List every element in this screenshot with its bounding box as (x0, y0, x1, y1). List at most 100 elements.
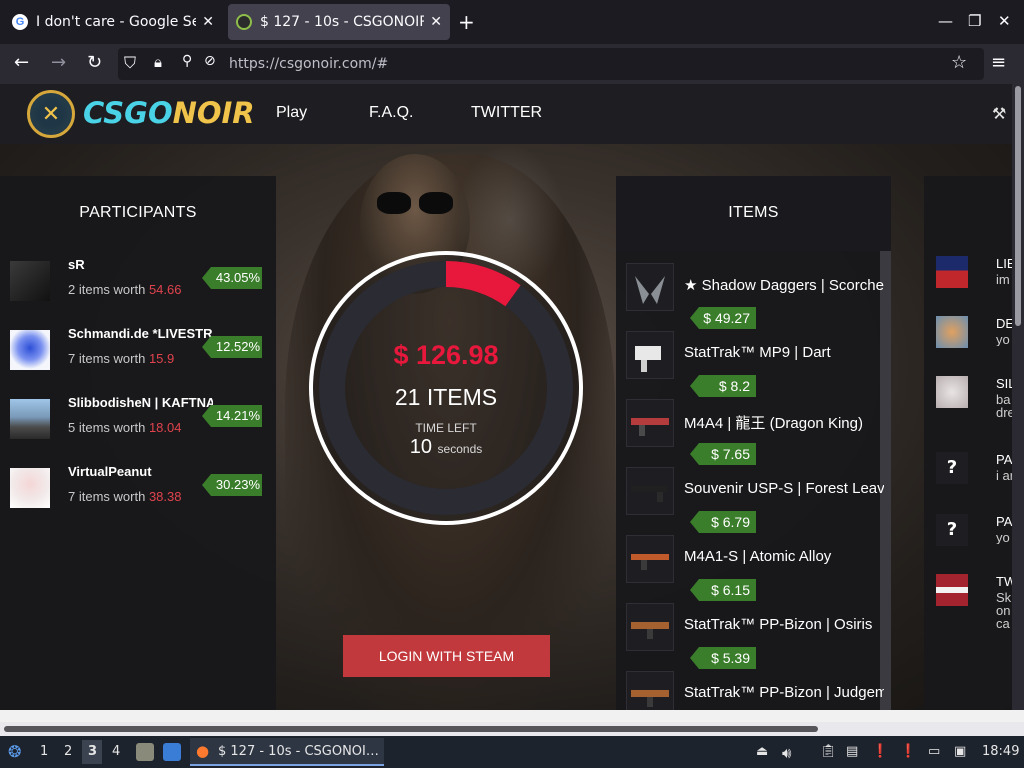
menu-icon[interactable]: ≡ (991, 52, 1006, 73)
item-name: StatTrak™ PP-Bizon | Judgement (684, 684, 884, 701)
forward-icon[interactable]: → (51, 52, 66, 73)
chat-message: TW Sk on ca (924, 574, 1012, 634)
items-panel: ITEMS ★ Shadow Daggers | Scorched $ 49.2… (616, 176, 891, 710)
item-name: StatTrak™ PP-Bizon | Osiris (684, 616, 873, 633)
maximize-icon[interactable]: ❐ (968, 12, 981, 30)
google-favicon-icon: G (12, 14, 28, 30)
shield-icon[interactable]: ⛉ (124, 53, 136, 73)
item-thumbnail (626, 331, 674, 379)
item-thumbnail (626, 467, 674, 515)
permissions-icon[interactable]: ⚲ (182, 53, 192, 69)
file-manager-icon[interactable] (136, 743, 154, 761)
item-name: M4A4 | 龍王 (Dragon King) (684, 415, 863, 432)
clock: 18:49 (982, 744, 1020, 759)
tab-title: $ 127 - 10s - CSGONOIR (260, 14, 425, 30)
workspace-1[interactable]: 1 (40, 744, 48, 759)
time-left-label: TIME LEFT (415, 421, 477, 435)
chat-username[interactable]: SIL (996, 376, 1012, 391)
items-title: ITEMS (616, 176, 891, 251)
csgonoir-page: ✕ CSGONOIR Play F.A.Q. TWITTER ⚒ PARTICI… (0, 84, 1012, 710)
url-bar[interactable]: ⛉ 🔒︎ ⚲ ⊘ https://csgonoir.com/# (118, 48, 984, 80)
chat-text: yo (996, 531, 1010, 544)
chat-panel: LIE im DE yo SIL ba dre ? PA i ar ? PA y… (924, 176, 1012, 710)
display-icon[interactable]: ▭ (928, 744, 940, 759)
url-text[interactable]: https://csgonoir.com/# (229, 56, 388, 72)
time-left-value: 10 seconds (330, 436, 562, 459)
seconds-value: 10 (409, 436, 432, 458)
browser-nav-bar: ← → ↻ ⛉ 🔒︎ ⚲ ⊘ https://csgonoir.com/# ☆ … (0, 44, 1024, 84)
chat-username[interactable]: PA (996, 514, 1012, 529)
workspace-3[interactable]: 3 (88, 744, 97, 759)
close-window-icon[interactable]: ✕ (998, 12, 1011, 30)
alert-icon[interactable]: ❗ (900, 744, 916, 759)
lock-icon[interactable]: 🔒︎ (154, 53, 162, 71)
unknown-avatar-icon: ? (936, 514, 968, 546)
avatar (936, 376, 968, 408)
chat-message: LIE im (924, 256, 1012, 316)
chat-text: im (996, 273, 1010, 286)
back-icon[interactable]: ← (14, 52, 29, 73)
firefox-icon: ● (196, 742, 210, 760)
tab-google-search[interactable]: G I don't care - Google Sea ✕ (4, 4, 222, 40)
volume-icon[interactable]: 🔊︎ (782, 744, 791, 762)
login-with-steam-button[interactable]: LOGIN WITH STEAM (343, 635, 550, 677)
item-thumbnail (626, 535, 674, 583)
tab-csgonoir[interactable]: $ 127 - 10s - CSGONOIR ✕ (228, 4, 450, 40)
upload-icon[interactable]: ⏏ (756, 744, 768, 759)
screen-icon[interactable]: ▣ (954, 744, 966, 759)
close-tab-icon[interactable]: ✕ (430, 14, 442, 30)
scrollbar-thumb[interactable] (1015, 86, 1021, 326)
item-price: $ 7.65 (690, 443, 756, 465)
chat-username[interactable]: LIE (996, 256, 1012, 271)
item-name: M4A1-S | Atomic Alloy (684, 548, 832, 565)
chat-username[interactable]: DE (996, 316, 1012, 331)
page-vertical-scrollbar[interactable] (1012, 84, 1024, 710)
workspace-2[interactable]: 2 (64, 744, 72, 759)
chat-message: DE yo (924, 316, 1012, 376)
chat-username[interactable]: PA (996, 452, 1012, 467)
avatar (936, 574, 968, 606)
chat-username[interactable]: TW (996, 574, 1012, 589)
item-price: $ 49.27 (690, 307, 756, 329)
item-name: StatTrak™ MP9 | Dart (684, 344, 831, 361)
page-bottom-strip (0, 710, 1024, 722)
item-thumbnail (626, 603, 674, 651)
seconds-label: seconds (437, 442, 483, 456)
avatar (936, 316, 968, 348)
url-path: /# (371, 56, 389, 72)
browser-tab-bar: G I don't care - Google Sea ✕ $ 127 - 10… (0, 0, 1024, 44)
chat-text: ba dre (996, 393, 1012, 419)
minimize-icon[interactable]: — (938, 12, 953, 30)
item-thumbnail (626, 671, 674, 710)
network-icon[interactable]: ▤ (846, 744, 858, 759)
item-price: $ 6.15 (690, 579, 756, 601)
tab-title: I don't care - Google Sea (36, 14, 197, 30)
item-name: Souvenir USP-S | Forest Leaves (684, 480, 884, 497)
reload-icon[interactable]: ↻ (87, 52, 102, 73)
tracking-icon[interactable]: ⊘ (204, 53, 216, 69)
workspace-4[interactable]: 4 (112, 744, 120, 759)
page-horizontal-scrollbar[interactable] (0, 722, 1024, 736)
chat-message: ? PA i ar (924, 452, 1012, 512)
notification-icon[interactable]: ❗ (872, 744, 888, 759)
chat-text: Sk on ca (996, 591, 1012, 630)
close-tab-icon[interactable]: ✕ (202, 14, 214, 30)
task-title: $ 127 - 10s - CSGONOI… (218, 744, 379, 759)
desktop-taskbar: ❂ 1 2 3 4 ● $ 127 - 10s - CSGONOI… ⏏ 🔊︎ … (0, 736, 1024, 768)
item-thumbnail (626, 399, 674, 447)
item-row[interactable]: $ 5.39 StatTrak™ PP-Bizon | Judgement (616, 647, 891, 710)
url-host: https://csgonoir.com (229, 56, 372, 72)
item-name: ★ Shadow Daggers | Scorched (684, 277, 884, 294)
unknown-avatar-icon: ? (936, 452, 968, 484)
bookmark-star-icon[interactable]: ☆ (951, 52, 967, 73)
item-price: $ 8.2 (690, 375, 756, 397)
desktop-icon[interactable] (163, 743, 181, 761)
item-price: $ 5.39 (690, 647, 756, 669)
taskbar-firefox-window[interactable]: ● $ 127 - 10s - CSGONOI… (190, 738, 384, 766)
chat-message: ? PA yo (924, 514, 1012, 574)
scrollbar-thumb[interactable] (4, 726, 818, 732)
clipboard-icon[interactable]: 📋︎ (820, 744, 837, 759)
start-menu-icon[interactable]: ❂ (8, 742, 21, 761)
item-price: $ 6.79 (690, 511, 756, 533)
new-tab-icon[interactable]: + (458, 10, 475, 34)
